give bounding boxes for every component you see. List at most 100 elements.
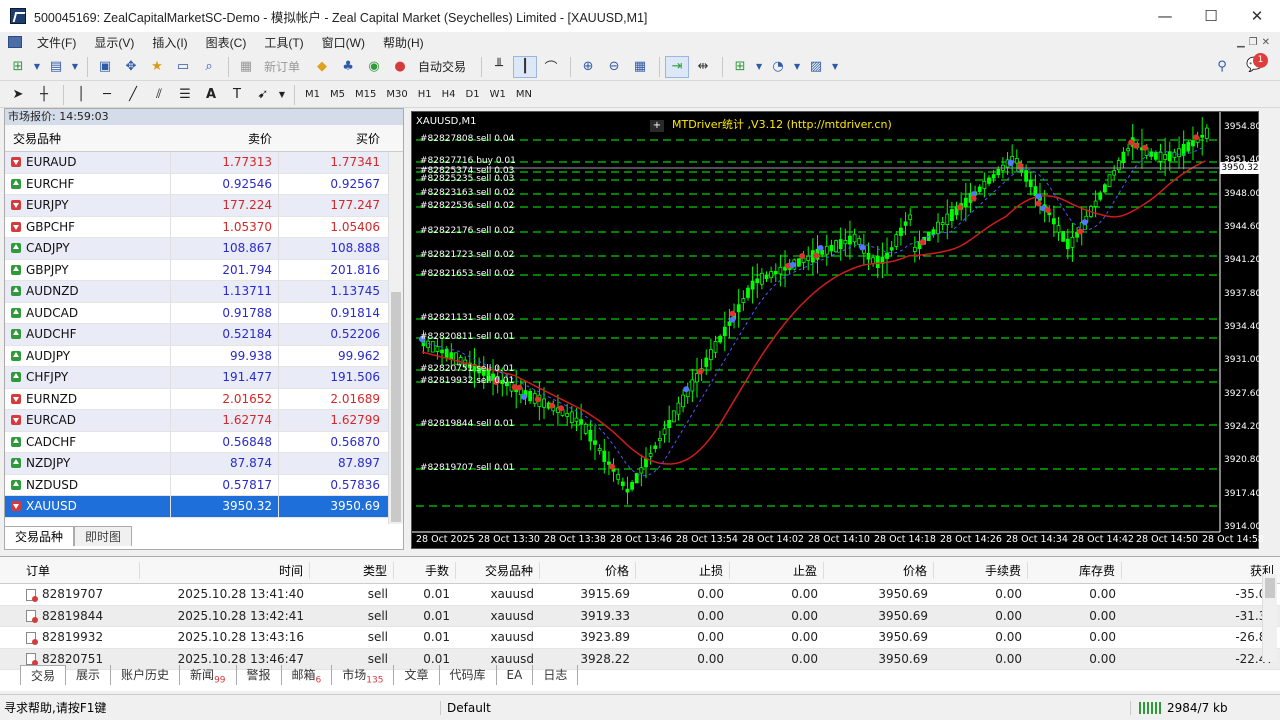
timeframe-w1[interactable]: W1 (485, 85, 511, 105)
market-watch-row[interactable]: GBPJPY 201.794 201.816 (5, 259, 403, 281)
horizontal-line-icon[interactable]: ─ (95, 84, 119, 106)
market-watch-row[interactable]: CADCHF 0.56848 0.56870 (5, 431, 403, 453)
col-sl[interactable]: 止损 (636, 561, 730, 579)
profiles-icon[interactable]: ▤ (44, 56, 68, 78)
market-watch-scrollbar[interactable] (388, 152, 403, 524)
market-watch-row[interactable]: EURNZD 2.01652 2.01689 (5, 388, 403, 410)
fibonacci-icon[interactable]: ☰ (173, 84, 197, 106)
mdi-minimize-button[interactable]: ▁ (1237, 37, 1245, 48)
tab-tick-chart[interactable]: 即时图 (74, 526, 133, 546)
terminal-icon[interactable]: ▭ (171, 56, 195, 78)
indicators-icon[interactable]: ⊞ (728, 56, 752, 78)
data-window-icon[interactable]: ✥ (119, 56, 143, 78)
market-watch-row[interactable]: NZDJPY 87.874 87.897 (5, 453, 403, 475)
market-watch-row[interactable]: XAUUSD 3950.32 3950.69 (5, 496, 403, 518)
close-button[interactable]: ✕ (1234, 0, 1280, 32)
candlestick-icon[interactable]: ┃ (513, 55, 538, 78)
dropdown-arrow-icon[interactable]: ▼ (792, 56, 802, 78)
text-label-icon[interactable]: T (225, 84, 249, 106)
col-tp[interactable]: 止盈 (730, 561, 824, 579)
timeframe-m1[interactable]: M1 (300, 85, 325, 105)
market-watch-row[interactable]: AUDCHF 0.52184 0.52206 (5, 324, 403, 346)
col-bid[interactable]: 卖价 (170, 130, 278, 147)
menu-insert[interactable]: 插入(I) (143, 34, 196, 51)
child-window-icon[interactable] (8, 36, 22, 48)
terminal-tab[interactable]: 代码库 (440, 665, 497, 685)
chart-shift-icon[interactable]: ⇹ (691, 56, 715, 78)
terminal-tab[interactable]: 市场135 (332, 665, 395, 685)
signals-icon[interactable]: ♣ (336, 56, 360, 78)
terminal-scrollbar[interactable] (1262, 574, 1277, 662)
col-symbol[interactable]: 交易品种 (5, 130, 170, 147)
dropdown-arrow-icon[interactable]: ▼ (32, 56, 42, 78)
new-order-button[interactable]: 新订单 (260, 56, 304, 78)
col-current-price[interactable]: 价格 (824, 561, 934, 579)
terminal-tab[interactable]: 展示 (66, 665, 112, 685)
market-watch-row[interactable]: AUDCAD 0.91788 0.91814 (5, 302, 403, 324)
tile-windows-icon[interactable]: ▦ (628, 56, 652, 78)
col-swap[interactable]: 库存费 (1028, 561, 1122, 579)
dropdown-arrow-icon[interactable]: ▼ (830, 56, 840, 78)
market-watch-row[interactable]: EURCAD 1.62774 1.62799 (5, 410, 403, 432)
col-commission[interactable]: 手续费 (934, 561, 1028, 579)
col-type[interactable]: 类型 (310, 561, 394, 579)
menu-charts[interactable]: 图表(C) (197, 34, 256, 51)
tab-symbols[interactable]: 交易品种 (4, 526, 75, 546)
timeframe-m15[interactable]: M15 (350, 85, 381, 105)
menu-file[interactable]: 文件(F) (28, 34, 85, 51)
menu-window[interactable]: 窗口(W) (313, 34, 374, 51)
trade-row[interactable]: 82819707 2025.10.28 13:41:40 sell 0.01 xauus… (0, 584, 1280, 606)
auto-scroll-icon[interactable]: ⇥ (665, 55, 690, 78)
crosshair-icon[interactable]: ┼ (32, 84, 56, 106)
price-chart[interactable]: XAUUSD,M1 + MTDriver统计 ,V3.12 (http://mtd… (411, 111, 1264, 549)
market-watch-row[interactable]: NZDUSD 0.57817 0.57836 (5, 474, 403, 496)
market-watch-row[interactable]: GBPCHF 1.05370 1.05406 (5, 216, 403, 238)
timeframe-mn[interactable]: MN (511, 85, 537, 105)
vertical-line-icon[interactable]: │ (69, 84, 93, 106)
market-icon[interactable]: ◉ (362, 56, 386, 78)
trade-row[interactable]: 82819844 2025.10.28 13:42:41 sell 0.01 xauus… (0, 605, 1280, 627)
zoom-in-icon[interactable]: ⊕ (576, 56, 600, 78)
market-watch-row[interactable]: AUDJPY 99.938 99.962 (5, 345, 403, 367)
market-watch-row[interactable]: EURCHF 0.92546 0.92567 (5, 173, 403, 195)
channel-icon[interactable]: ⫽ (147, 84, 171, 106)
periods-icon[interactable]: ◔ (766, 56, 790, 78)
mdi-restore-button[interactable]: ❐ (1249, 37, 1258, 48)
trade-row[interactable]: 82819932 2025.10.28 13:43:16 sell 0.01 xauus… (0, 627, 1280, 649)
connection-status[interactable]: 2984/7 kb (1130, 700, 1280, 715)
col-ask[interactable]: 买价 (278, 130, 386, 147)
metaeditor-icon[interactable]: ◆ (310, 56, 334, 78)
bar-chart-icon[interactable]: ╨ (487, 56, 511, 78)
market-watch-row[interactable]: AUDNZD 1.13711 1.13745 (5, 281, 403, 303)
market-watch-icon[interactable]: ▣ (93, 56, 117, 78)
zoom-out-icon[interactable]: ⊖ (602, 56, 626, 78)
chart-canvas[interactable] (412, 112, 1258, 548)
col-symbol[interactable]: 交易品种 (456, 561, 540, 579)
new-order-icon[interactable]: ▦ (234, 56, 258, 78)
search-icon[interactable]: ⚲ (1210, 56, 1234, 78)
market-watch-row[interactable]: CADJPY 108.867 108.888 (5, 238, 403, 260)
menu-tools[interactable]: 工具(T) (255, 34, 312, 51)
terminal-tab[interactable]: 邮箱6 (282, 665, 333, 685)
col-price[interactable]: 价格 (540, 561, 636, 579)
line-chart-icon[interactable]: ⌒ (539, 56, 563, 78)
dropdown-arrow-icon[interactable]: ▼ (277, 84, 287, 106)
arrows-icon[interactable]: ➹ (251, 84, 275, 106)
new-chart-icon[interactable]: ⊞ (6, 56, 30, 78)
auto-trading-button[interactable]: 自动交易 (414, 56, 470, 78)
terminal-tab[interactable]: 交易 (20, 665, 67, 685)
templates-icon[interactable]: ▨ (804, 56, 828, 78)
market-watch-row[interactable]: CHFJPY 191.477 191.506 (5, 367, 403, 389)
col-lots[interactable]: 手数 (394, 561, 456, 579)
timeframe-m30[interactable]: M30 (381, 85, 412, 105)
terminal-tab[interactable]: EA (497, 665, 534, 685)
minimize-button[interactable]: — (1142, 0, 1188, 32)
market-watch-row[interactable]: EURJPY 177.224 177.247 (5, 195, 403, 217)
market-watch-row[interactable]: EURAUD 1.77313 1.77341 (5, 152, 403, 174)
terminal-tab[interactable]: 日志 (533, 665, 579, 685)
timeframe-d1[interactable]: D1 (461, 85, 485, 105)
cursor-icon[interactable]: ➤ (6, 84, 30, 106)
terminal-tab[interactable]: 新闻99 (180, 665, 237, 685)
text-icon[interactable]: A (199, 84, 223, 106)
terminal-tab[interactable]: 警报 (237, 665, 282, 685)
